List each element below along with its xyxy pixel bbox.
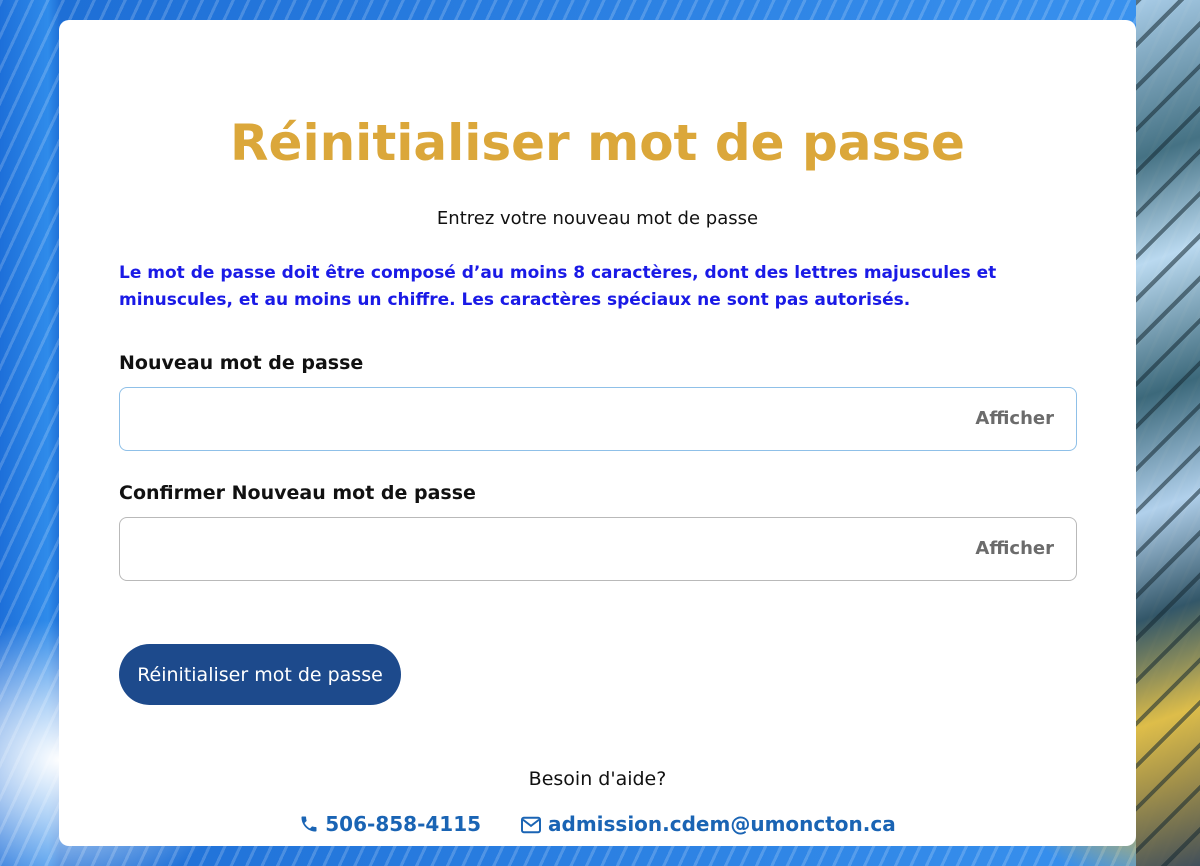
page-title: Réinitialiser mot de passe bbox=[230, 114, 965, 172]
new-password-input[interactable] bbox=[120, 388, 950, 450]
email-address: admission.cdem@umoncton.ca bbox=[548, 811, 896, 836]
envelope-icon bbox=[521, 816, 541, 833]
new-password-field-wrapper: Afficher bbox=[119, 387, 1077, 451]
confirm-password-label: Confirmer Nouveau mot de passe bbox=[119, 482, 476, 504]
show-confirm-password-toggle[interactable]: Afficher bbox=[975, 518, 1054, 580]
new-password-label: Nouveau mot de passe bbox=[119, 352, 364, 374]
phone-icon bbox=[301, 816, 317, 831]
contact-links: 506-858-4115 admission.cdem@umoncton.ca bbox=[59, 810, 1136, 836]
reset-password-button[interactable]: Réinitialiser mot de passe bbox=[119, 644, 401, 705]
background-architecture bbox=[1136, 0, 1200, 866]
phone-link[interactable]: 506-858-4115 bbox=[299, 812, 481, 836]
phone-number: 506-858-4115 bbox=[325, 811, 482, 836]
password-rules: Le mot de passe doit être composé d’au m… bbox=[119, 263, 997, 310]
reset-password-card: Réinitialiser mot de passe Entrez votre … bbox=[59, 20, 1136, 846]
show-new-password-toggle[interactable]: Afficher bbox=[975, 388, 1054, 450]
page-subtitle: Entrez votre nouveau mot de passe bbox=[436, 208, 759, 229]
email-link[interactable]: admission.cdem@umoncton.ca bbox=[520, 812, 896, 836]
confirm-password-field-wrapper: Afficher bbox=[119, 517, 1077, 581]
confirm-password-input[interactable] bbox=[120, 518, 950, 580]
help-heading: Besoin d'aide? bbox=[528, 768, 667, 790]
